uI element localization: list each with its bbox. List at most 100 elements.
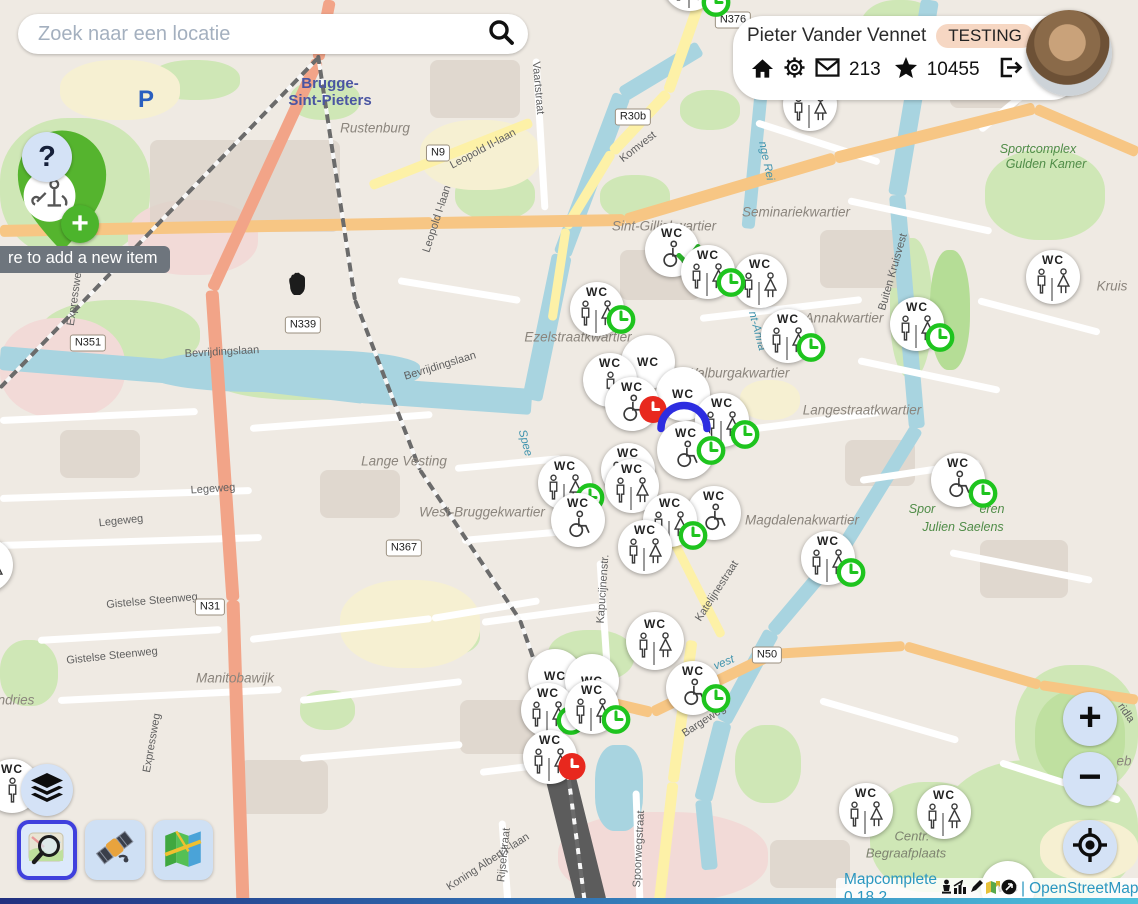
divider	[688, 0, 690, 8]
road-ref-badge: N31	[195, 599, 225, 616]
map-marker-toilet[interactable]: WC	[839, 783, 893, 837]
open-hours-badge	[796, 333, 826, 368]
map-marker-toilet[interactable]: WC	[681, 245, 735, 299]
map-road	[977, 297, 1101, 336]
settings-gear-icon[interactable]	[783, 56, 806, 84]
map-marker-toilet[interactable]: WC	[801, 531, 855, 585]
search-input[interactable]	[36, 22, 486, 47]
testing-badge: TESTING	[936, 24, 1034, 48]
map-marker-toilet[interactable]: WC	[570, 282, 624, 336]
geolocation-icon	[1072, 827, 1108, 868]
home-icon[interactable]	[751, 57, 774, 84]
map-marker-toilet[interactable]: WC	[565, 680, 619, 734]
wc-label: WC	[621, 463, 643, 475]
help-button[interactable]: ?	[22, 132, 72, 182]
wc-label: WC	[682, 665, 704, 677]
wc-label: WC	[749, 258, 771, 270]
male-icon	[810, 548, 823, 582]
male-icon	[6, 776, 19, 810]
map-area	[680, 90, 740, 130]
male-icon	[627, 537, 640, 571]
map-area	[740, 380, 800, 420]
wheelchair-icon	[564, 510, 592, 543]
selected-way-highlight	[654, 396, 714, 443]
search-icon[interactable]	[486, 17, 516, 52]
map-road	[38, 626, 222, 644]
wc-label: WC	[586, 286, 608, 298]
map-road	[819, 697, 959, 744]
add-item-button[interactable]: +	[61, 205, 99, 243]
star-icon	[894, 56, 918, 84]
map-marker-toilet[interactable]: WC	[1026, 250, 1080, 304]
theme-icon	[985, 879, 1000, 899]
star-count: 10455	[927, 59, 980, 81]
wc-label: WC	[634, 524, 656, 536]
map-road	[227, 600, 250, 904]
zoom-out-button[interactable]: −	[1063, 752, 1117, 806]
style-option-satellite[interactable]	[85, 820, 145, 880]
divider	[1051, 278, 1053, 301]
open-hours-badge	[730, 420, 760, 455]
wc-label: WC	[855, 787, 877, 799]
map-marker-toilet[interactable]: WC	[618, 520, 672, 574]
map-marker-toilet[interactable]: WC	[551, 493, 605, 547]
location-search-bar[interactable]	[18, 14, 528, 54]
wc-label: WC	[777, 313, 799, 325]
osm-badge-icon	[1001, 879, 1017, 900]
map-road	[499, 820, 512, 904]
map-marker-toilet[interactable]: WC	[523, 730, 577, 784]
geolocate-button[interactable]	[1063, 820, 1117, 874]
map-label: Annakwartier	[805, 311, 884, 326]
road-ref-badge: N351	[70, 335, 106, 352]
hand-cursor-icon	[284, 270, 308, 303]
divider	[706, 273, 708, 296]
map-road	[533, 58, 549, 210]
style-option-osm-carto[interactable]	[17, 820, 77, 880]
map-marker-toilet[interactable]: WC	[761, 309, 815, 363]
male-icon	[637, 631, 650, 665]
road-ref-badge: N50	[752, 647, 782, 664]
map-marker-toilet[interactable]: WC	[890, 297, 944, 351]
male-icon	[672, 0, 685, 8]
map-marker-toilet[interactable]: WC	[626, 612, 684, 670]
messages-icon[interactable]	[815, 58, 840, 82]
wc-label: WC	[659, 497, 681, 509]
map-label: Rustenburg	[340, 121, 410, 136]
divider	[590, 708, 592, 731]
male-icon	[579, 299, 592, 333]
road-ref-badge: N9	[426, 145, 450, 162]
male-icon	[1035, 267, 1048, 301]
map-area	[60, 430, 140, 478]
wc-label: WC	[661, 227, 683, 239]
satellite-icon	[93, 826, 137, 875]
wc-label: WC	[947, 457, 969, 469]
open-hours-badge	[716, 268, 746, 303]
logout-icon[interactable]	[997, 56, 1023, 84]
open-hours-badge	[701, 684, 731, 719]
wc-label: WC	[537, 687, 559, 699]
map-marker-toilet[interactable]: WC	[666, 661, 720, 715]
style-option-map[interactable]	[153, 820, 213, 880]
map-marker-toilet[interactable]: WC	[917, 785, 971, 839]
openstreetmap-link[interactable]: OpenStreetMap	[1029, 880, 1138, 898]
map-area	[430, 60, 520, 118]
message-count: 213	[849, 59, 881, 81]
divider	[942, 813, 944, 836]
wc-label: WC	[711, 397, 733, 409]
map-label: Koning Albert I-laan	[444, 831, 531, 893]
wc-label: WC	[599, 357, 621, 369]
user-name[interactable]: Pieter Vander Vennet	[747, 25, 926, 47]
female-icon	[0, 555, 4, 589]
zoom-in-button[interactable]: +	[1063, 692, 1117, 746]
user-avatar[interactable]	[1026, 10, 1112, 96]
map-label: Spee	[516, 428, 535, 457]
divider	[915, 325, 917, 348]
map-marker-toilet[interactable]: WC	[931, 453, 985, 507]
map-marker-toilet[interactable]: WC	[663, 0, 717, 11]
map-label: Julien Saelens	[922, 520, 1003, 534]
layers-button[interactable]	[21, 764, 73, 816]
wc-label: WC	[621, 381, 643, 393]
map-road	[904, 641, 1042, 690]
map-label: Expressweg	[141, 712, 163, 773]
map-label: Magdalenakwartier	[745, 513, 859, 528]
